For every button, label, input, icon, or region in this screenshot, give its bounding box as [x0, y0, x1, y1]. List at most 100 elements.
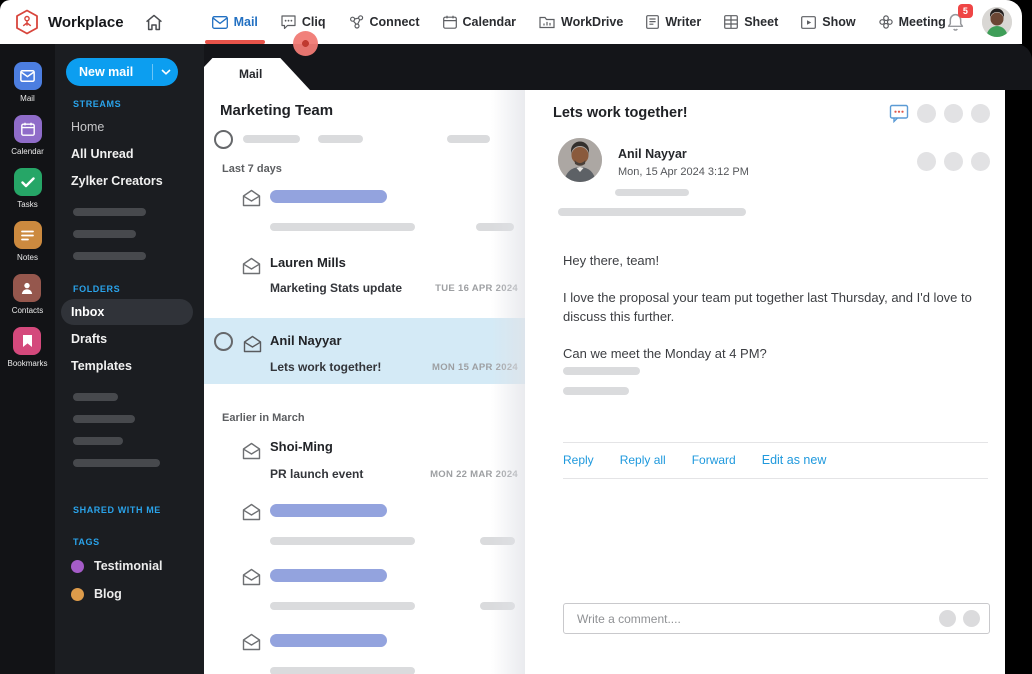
reply-all-link[interactable]: Reply all [620, 453, 666, 467]
mail-app-icon [13, 62, 42, 90]
message-action-icon[interactable] [944, 152, 963, 171]
email-row-skeleton[interactable] [204, 186, 525, 236]
sender-skeleton [270, 569, 387, 582]
mail-open-icon [241, 189, 262, 207]
email-row-skeleton[interactable] [204, 565, 525, 615]
email-subject: Lets work together! [270, 360, 382, 374]
message-actions [917, 152, 990, 171]
mailbox-title: Marketing Team [220, 102, 334, 119]
email-row-skeleton[interactable] [204, 500, 525, 550]
topbar-right: 5 [946, 4, 1012, 37]
comment-tools [939, 610, 980, 627]
body-paragraph: I love the proposal your team put togeth… [563, 289, 972, 324]
topnav-connect[interactable]: Connect [349, 0, 420, 44]
topnav-sheet[interactable]: Sheet [724, 0, 778, 44]
comment-tool-icon[interactable] [939, 610, 956, 627]
home-icon[interactable] [144, 13, 164, 32]
topnav-show[interactable]: Show [801, 0, 856, 44]
topnav-writer[interactable]: Writer [646, 0, 701, 44]
cliq-icon [281, 15, 296, 29]
topnav-meeting[interactable]: Meeting [878, 0, 946, 44]
email-row-skeleton[interactable] [204, 630, 525, 674]
sender-name: Anil Nayyar [618, 147, 687, 161]
header-action-icon[interactable] [944, 103, 963, 123]
notes-app-icon [13, 221, 42, 249]
message-action-icon[interactable] [917, 152, 936, 171]
mail-list-panel: Marketing Team Last 7 days Lauren Mills [204, 90, 525, 674]
group-label-last-7-days: Last 7 days [222, 163, 282, 175]
email-date: MON 15 APR 2024 [432, 362, 518, 373]
subject-skeleton [270, 537, 415, 545]
sidebar-skeleton [73, 393, 118, 401]
edit-as-new-link[interactable]: Edit as new [762, 453, 827, 467]
group-label-earlier-in-march: Earlier in March [222, 412, 305, 424]
comment-input[interactable] [577, 611, 939, 626]
email-row-lauren-mills[interactable]: Lauren Mills Marketing Stats update TUE … [204, 248, 525, 304]
tasks-app-icon [13, 168, 42, 196]
comment-box [563, 603, 990, 634]
sidebar-item-home[interactable]: Home [61, 114, 193, 140]
reading-pane: Lets work together! Anil Nayyar Mon, 15 … [525, 90, 1005, 674]
rail-item-notes[interactable]: Notes [13, 221, 42, 262]
rail-item-calendar[interactable]: Calendar [11, 115, 44, 156]
rail-item-mail[interactable]: Mail [13, 62, 42, 103]
new-mail-button[interactable]: New mail [66, 58, 178, 86]
sidebar-item-zylker-creators[interactable]: Zylker Creators [61, 168, 193, 194]
top-navigation: Mail Cliq Connect Calendar WorkDrive Wri… [204, 0, 946, 44]
date-skeleton [480, 602, 515, 610]
rail-item-tasks[interactable]: Tasks [13, 168, 42, 209]
sidebar-item-templates[interactable]: Templates [61, 353, 193, 379]
topnav-label: Sheet [744, 15, 779, 29]
header-action-icon[interactable] [917, 103, 936, 123]
divider [563, 442, 988, 443]
new-mail-label: New mail [79, 65, 134, 79]
email-sender: Shoi-Ming [270, 439, 333, 454]
divider [563, 478, 988, 479]
tag-item-testimonial[interactable]: Testimonial [61, 552, 193, 580]
email-sender: Anil Nayyar [270, 333, 342, 348]
topnav-workdrive[interactable]: WorkDrive [539, 0, 623, 44]
tab-mail[interactable]: Mail [204, 58, 310, 90]
message-subject: Lets work together! [553, 105, 688, 121]
tag-label: Testimonial [94, 559, 163, 573]
forward-link[interactable]: Forward [692, 453, 736, 467]
topnav-calendar[interactable]: Calendar [442, 0, 516, 44]
sheet-icon [724, 15, 739, 29]
tag-item-blog[interactable]: Blog [61, 580, 193, 608]
mail-open-icon [241, 442, 262, 460]
topnav-label: WorkDrive [561, 15, 624, 29]
mail-icon [211, 15, 228, 29]
reply-link[interactable]: Reply [563, 453, 594, 467]
date-skeleton [480, 537, 515, 545]
sender-skeleton [270, 190, 387, 203]
reply-actions: Reply Reply all Forward Edit as new [563, 453, 826, 467]
mail-open-icon [241, 257, 262, 275]
topnav-label: Writer [665, 15, 702, 29]
comment-tool-icon[interactable] [963, 610, 980, 627]
rail-item-bookmarks[interactable]: Bookmarks [7, 327, 48, 368]
topnav-mail[interactable]: Mail [204, 0, 266, 44]
email-checkbox[interactable] [214, 332, 233, 351]
rail-label: Mail [20, 94, 35, 103]
message-action-icon[interactable] [971, 152, 990, 171]
email-row-anil-nayyar-selected[interactable]: Anil Nayyar Lets work together! MON 15 A… [204, 318, 525, 384]
rail-label: Bookmarks [7, 359, 48, 368]
header-action-icon[interactable] [971, 103, 990, 123]
sidebar-item-drafts[interactable]: Drafts [61, 326, 193, 352]
subject-skeleton [270, 223, 415, 231]
notifications-bell-icon[interactable]: 5 [946, 4, 973, 32]
sidebar-item-all-unread[interactable]: All Unread [61, 141, 193, 167]
mail-panes: Marketing Team Last 7 days Lauren Mills [204, 90, 1005, 674]
sidebar-item-inbox[interactable]: Inbox [61, 299, 193, 325]
user-avatar[interactable] [981, 7, 1012, 37]
rail-item-contacts[interactable]: Contacts [12, 274, 43, 315]
body-paragraph: Hey there, team! [563, 253, 660, 268]
tab-strip: Mail [204, 44, 1032, 90]
email-row-shoi-ming[interactable]: Shoi-Ming PR launch event MON 22 MAR 202… [204, 434, 525, 490]
toolbar-skeleton [318, 135, 363, 143]
select-all-checkbox[interactable] [214, 130, 233, 149]
sidebar-skeleton [73, 208, 146, 216]
comment-bubble-icon[interactable] [889, 103, 909, 123]
chevron-down-icon[interactable] [152, 64, 178, 80]
workplace-brand[interactable]: Workplace [14, 9, 124, 35]
